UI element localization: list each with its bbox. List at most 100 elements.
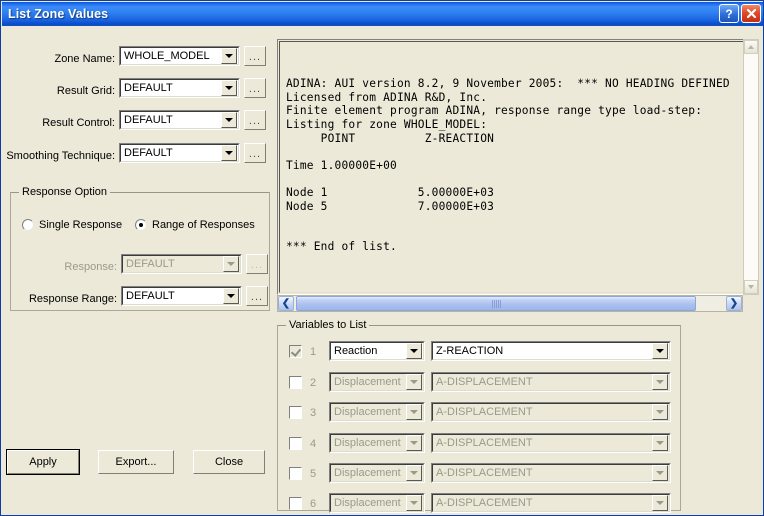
variable-row-1-checkbox[interactable] [289, 345, 302, 358]
chevron-down-icon[interactable] [223, 288, 239, 304]
chevron-down-icon [652, 435, 668, 451]
scroll-right-arrow-icon[interactable]: ❯ [726, 296, 742, 311]
variable-row-1-type-value: Reaction [334, 345, 378, 357]
variable-row-1-number: 1 [309, 346, 317, 358]
scroll-left-arrow-icon[interactable]: ❮ [278, 296, 294, 311]
variable-row-4-type-value: Displacement [334, 437, 401, 449]
horizontal-scroll-thumb[interactable] [296, 296, 696, 311]
result-grid-combo[interactable]: DEFAULT [119, 78, 240, 98]
chevron-down-icon [652, 404, 668, 420]
response-value: DEFAULT [126, 258, 175, 270]
chevron-down-icon[interactable] [652, 343, 668, 359]
chevron-down-icon[interactable] [221, 112, 237, 128]
smoothing-technique-label: Smoothing Technique: [6, 150, 115, 162]
variable-row-3-checkbox[interactable] [289, 406, 302, 419]
result-control-label: Result Control: [42, 117, 115, 129]
variable-row-1-type-combo[interactable]: Reaction [329, 341, 425, 361]
variable-row-6-type-combo: Displacement [329, 493, 425, 513]
variable-row-2-variable-value: A-DISPLACEMENT [436, 376, 533, 388]
response-option-legend: Response Option [19, 186, 110, 198]
variable-row-5-type-value: Displacement [334, 467, 401, 479]
chevron-down-icon[interactable] [221, 80, 237, 96]
listing-vertical-scrollbar[interactable] [743, 39, 759, 295]
response-label: Response: [64, 261, 117, 273]
smoothing-technique-value: DEFAULT [124, 147, 173, 159]
variable-row-2-variable-combo: A-DISPLACEMENT [431, 372, 671, 392]
variable-row-3-type-value: Displacement [334, 406, 401, 418]
zone-name-label: Zone Name: [54, 53, 115, 65]
title-bar-buttons: ? [719, 4, 761, 23]
variable-row-5-type-combo: Displacement [329, 463, 425, 483]
question-mark-icon: ? [725, 6, 733, 21]
variable-row-1-variable-combo[interactable]: Z-REACTION [431, 341, 671, 361]
variable-row-5-number: 5 [309, 468, 317, 480]
result-grid-browse-button[interactable]: ... [244, 78, 266, 98]
variable-row-4-checkbox[interactable] [289, 437, 302, 450]
zone-name-combo[interactable]: WHOLE_MODEL [119, 46, 240, 66]
response-range-label: Response Range: [28, 293, 117, 305]
chevron-down-icon [406, 374, 422, 390]
variable-row-4-number: 4 [309, 438, 317, 450]
variable-row-6-checkbox[interactable] [289, 497, 302, 510]
variable-row-5-checkbox[interactable] [289, 467, 302, 480]
variable-row-2-number: 2 [309, 377, 317, 389]
radio-icon[interactable] [22, 219, 34, 231]
result-control-value: DEFAULT [124, 114, 173, 126]
variable-row-2-checkbox[interactable] [289, 376, 302, 389]
vertical-scroll-track[interactable] [744, 54, 758, 280]
help-button[interactable]: ? [719, 4, 739, 23]
scroll-down-arrow-icon[interactable] [744, 280, 758, 294]
apply-button[interactable]: Apply [6, 449, 80, 475]
variable-row-6-type-value: Displacement [334, 497, 401, 509]
listing-output-text: ADINA: AUI version 8.2, 9 November 2005:… [286, 77, 730, 254]
list-zone-values-dialog: List Zone Values ? Zone Name: WHOLE_MODE… [0, 0, 764, 516]
variable-row-6-variable-combo: A-DISPLACEMENT [431, 493, 671, 513]
smoothing-technique-combo[interactable]: DEFAULT [119, 143, 240, 163]
response-range-browse-button[interactable]: ... [246, 286, 268, 306]
chevron-down-icon [406, 435, 422, 451]
result-grid-label: Result Grid: [56, 85, 115, 97]
result-grid-value: DEFAULT [124, 82, 173, 94]
variables-to-list-legend: Variables to List [286, 319, 370, 331]
zone-name-value: WHOLE_MODEL [124, 50, 210, 62]
close-window-button[interactable] [741, 4, 761, 23]
result-control-browse-button[interactable]: ... [244, 110, 266, 130]
variable-row-5-variable-value: A-DISPLACEMENT [436, 467, 533, 479]
radio-icon-selected[interactable] [135, 219, 147, 231]
close-button[interactable]: Close [193, 450, 265, 474]
variable-row-6-variable-value: A-DISPLACEMENT [436, 497, 533, 509]
chevron-down-icon [406, 495, 422, 511]
variable-row-4-variable-combo: A-DISPLACEMENT [431, 433, 671, 453]
variable-row-4-type-combo: Displacement [329, 433, 425, 453]
variable-row-3-variable-value: A-DISPLACEMENT [436, 406, 533, 418]
radio-range-of-responses-label: Range of Responses [152, 219, 255, 231]
response-range-value: DEFAULT [126, 290, 175, 302]
variable-row-4-variable-value: A-DISPLACEMENT [436, 437, 533, 449]
chevron-down-icon [652, 495, 668, 511]
radio-range-of-responses[interactable]: Range of Responses [135, 219, 255, 231]
scroll-thumb-grip-icon [491, 299, 501, 308]
variable-row-5-variable-combo: A-DISPLACEMENT [431, 463, 671, 483]
smoothing-technique-browse-button[interactable]: ... [244, 143, 266, 163]
zone-name-browse-button[interactable]: ... [244, 46, 266, 66]
chevron-down-icon [652, 374, 668, 390]
chevron-down-icon[interactable] [221, 48, 237, 64]
window-title: List Zone Values [8, 7, 109, 21]
response-range-combo[interactable]: DEFAULT [121, 286, 242, 306]
variable-row-6-number: 6 [309, 498, 317, 510]
chevron-down-icon [223, 256, 239, 272]
title-bar[interactable]: List Zone Values ? [2, 2, 763, 26]
variable-row-1-variable-value: Z-REACTION [436, 345, 504, 357]
result-control-combo[interactable]: DEFAULT [119, 110, 240, 130]
chevron-down-icon[interactable] [406, 343, 422, 359]
chevron-down-icon [406, 465, 422, 481]
chevron-down-icon [406, 404, 422, 420]
export-button[interactable]: Export... [98, 450, 174, 474]
scroll-up-arrow-icon[interactable] [744, 40, 758, 54]
chevron-down-icon[interactable] [221, 145, 237, 161]
listing-output-inner: ADINA: AUI version 8.2, 9 November 2005:… [279, 41, 747, 293]
listing-horizontal-scrollbar[interactable]: ❮ ❯ [277, 295, 743, 312]
variable-row-3-number: 3 [309, 407, 317, 419]
radio-single-response[interactable]: Single Response [22, 219, 122, 231]
response-browse-button: ... [246, 254, 268, 274]
